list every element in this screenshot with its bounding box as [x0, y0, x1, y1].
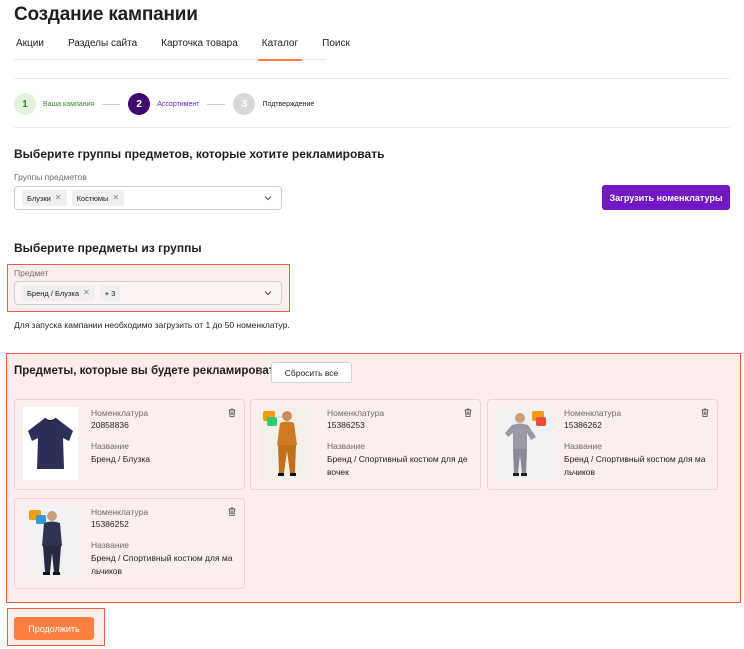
name-label: Название: [91, 441, 129, 451]
nomenclature-label: Номенклатура: [564, 408, 622, 418]
step-3-circle: 3: [233, 93, 256, 115]
more-count: + 3: [104, 288, 116, 298]
subject-heading: Выберите предметы из группы: [14, 241, 202, 255]
chip-remove-icon[interactable]: ✕: [55, 194, 62, 202]
step-2-label: Ассортимент: [157, 100, 200, 108]
chevron-down-icon[interactable]: [264, 289, 272, 297]
blouse-photo: [23, 407, 78, 480]
card-details: Номенклатура 20858836 Название Бренд / Б…: [91, 408, 236, 466]
subject-field-label: Предмет: [14, 268, 49, 278]
girl-orange-tracksuit-photo: [259, 407, 314, 480]
step-3-label: Подтверждение: [262, 100, 315, 108]
group-chip[interactable]: Блузки ✕: [22, 190, 67, 206]
tab-bar: Акции Разделы сайта Карточка товара Ката…: [14, 38, 350, 61]
chip-remove-icon[interactable]: ✕: [83, 289, 90, 297]
boy-navy-tracksuit-photo: [23, 506, 78, 579]
groups-field-label: Группы предметов: [14, 172, 87, 182]
items-count: 4: [257, 367, 263, 377]
page-title: Создание кампании: [14, 4, 198, 25]
item-card: Номенклатура 15386252 Название Бренд / С…: [14, 498, 245, 589]
groups-heading: Выберите группы предметов, которые хотит…: [14, 147, 385, 161]
step-1-label: Ваша кампания: [43, 100, 95, 108]
tab-promotions[interactable]: Акции: [16, 38, 44, 60]
reset-all-button[interactable]: Сбросить все: [271, 362, 352, 383]
tab-site-sections[interactable]: Разделы сайта: [68, 38, 137, 60]
group-chip[interactable]: Костюмы ✕: [71, 190, 125, 206]
nomenclature-label: Номенклатура: [91, 408, 149, 418]
chip-remove-icon[interactable]: ✕: [112, 194, 119, 202]
name-label: Название: [327, 441, 365, 451]
nomenclature-label: Номенклатура: [327, 408, 385, 418]
nomenclature-value: 15386253: [327, 420, 365, 430]
divider: [14, 78, 730, 79]
trash-icon[interactable]: [228, 408, 236, 417]
card-details: Номенклатура 15386253 Название Бренд / С…: [327, 408, 472, 479]
continue-button[interactable]: Продолжить: [14, 617, 94, 640]
boy-grey-tracksuit-photo: [496, 407, 551, 480]
step-1-circle: 1: [14, 93, 36, 115]
item-card: Номенклатура 15386262 Название Бренд / С…: [487, 399, 718, 490]
tab-catalog[interactable]: Каталог: [257, 38, 303, 61]
step-connector: [102, 103, 121, 105]
item-card: Номенклатура 15386253 Название Бренд / С…: [250, 399, 481, 490]
chip-label: Блузки: [27, 193, 51, 203]
nomenclature-value: 15386262: [564, 420, 602, 430]
chevron-down-icon[interactable]: [264, 194, 272, 202]
step-2-circle: 2: [128, 93, 151, 115]
subject-chip[interactable]: Бренд / Блузка ✕: [22, 285, 95, 301]
item-card: Номенклатура 20858836 Название Бренд / Б…: [14, 399, 245, 490]
nomenclature-value: 15386252: [91, 519, 129, 529]
name-value: Бренд / Блузка: [91, 454, 150, 464]
upload-nomenclatures-button[interactable]: Загрузить номенклатуры: [602, 185, 730, 210]
more-chip[interactable]: + 3: [99, 285, 121, 301]
nomenclature-value: 20858836: [91, 420, 129, 430]
tab-search[interactable]: Поиск: [322, 38, 350, 60]
tab-product-card[interactable]: Карточка товара: [161, 38, 238, 60]
chip-label: Бренд / Блузка: [27, 288, 80, 298]
card-details: Номенклатура 15386262 Название Бренд / С…: [564, 408, 709, 479]
name-value: Бренд / Спортивный костюм для мальчиков: [564, 454, 706, 478]
card-details: Номенклатура 15386252 Название Бренд / С…: [91, 507, 236, 578]
name-value: Бренд / Спортивный костюм для мальчиков: [91, 553, 233, 577]
nomenclature-label: Номенклатура: [91, 507, 149, 517]
stepper: 1 Ваша кампания 2 Ассортимент 3 Подтверж…: [14, 92, 314, 116]
trash-icon[interactable]: [464, 408, 472, 417]
step-connector: [207, 103, 226, 105]
chip-label: Костюмы: [76, 193, 109, 203]
subject-select[interactable]: Бренд / Блузка ✕ + 3: [14, 281, 282, 305]
name-label: Название: [91, 540, 129, 550]
groups-select[interactable]: Блузки ✕ Костюмы ✕: [14, 186, 282, 210]
trash-icon[interactable]: [228, 507, 236, 516]
limit-note: Для запуска кампании необходимо загрузит…: [14, 320, 290, 330]
trash-icon[interactable]: [701, 408, 709, 417]
items-heading: Предметы, которые вы будете рекламироват…: [14, 365, 282, 377]
name-label: Название: [564, 441, 602, 451]
divider: [14, 127, 730, 128]
name-value: Бренд / Спортивный костюм для девочек: [327, 454, 468, 478]
